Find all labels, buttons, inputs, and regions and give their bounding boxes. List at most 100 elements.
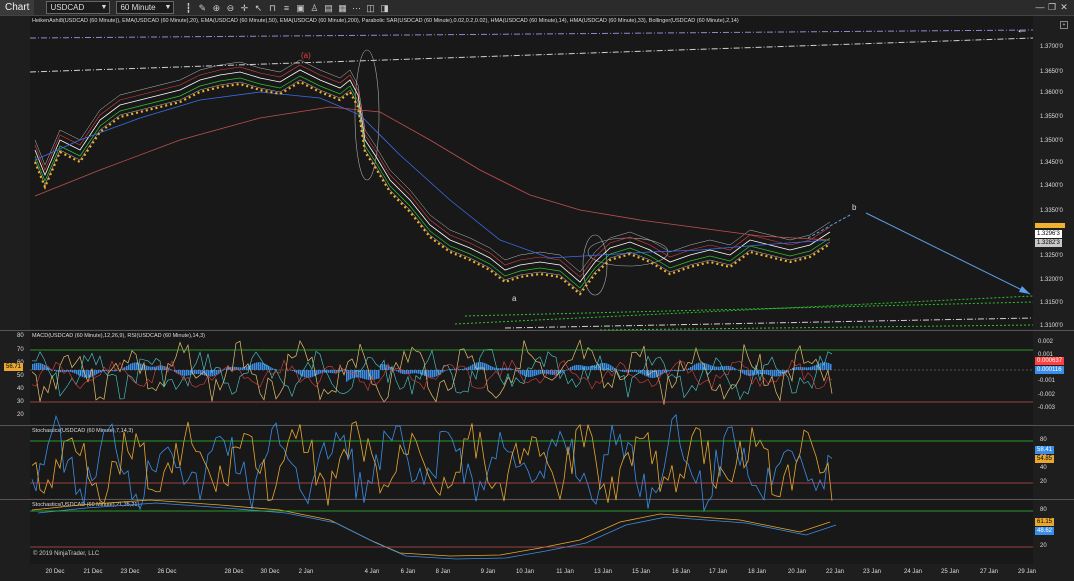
macd-histogram-bar: [650, 370, 652, 378]
macd-histogram-bar: [258, 362, 260, 370]
macd-histogram-bar: [320, 370, 322, 374]
macd-histogram-bar: [216, 370, 218, 375]
macd-histogram-bar: [188, 370, 190, 376]
rsi-tick-label: 70: [17, 347, 24, 353]
macd-histogram-bar: [750, 370, 752, 376]
macd-histogram-bar: [412, 370, 414, 374]
macd-histogram-bar: [36, 362, 38, 370]
macd-histogram-bar: [74, 370, 76, 374]
macd-histogram-bar: [726, 365, 728, 370]
macd-histogram-bar: [78, 370, 80, 376]
macd-histogram-bar: [810, 366, 812, 370]
macd-histogram-bar: [494, 367, 496, 370]
time-tick-label: 18 Jan: [747, 569, 767, 575]
macd-histogram-bar: [452, 368, 454, 370]
macd-histogram-bar: [56, 370, 58, 372]
macd-histogram-bar: [318, 370, 320, 375]
macd-histogram-bar: [152, 366, 154, 370]
macd-histogram-bar: [436, 370, 438, 377]
wave-b-projection: [807, 214, 851, 239]
macd-histogram-bar: [376, 370, 378, 380]
time-tick-label: 27 Jan: [979, 569, 999, 575]
macd-histogram-bar: [262, 362, 264, 370]
macd-histogram-bar: [60, 370, 62, 373]
back-arrow-icon[interactable]: ←: [1016, 22, 1028, 36]
macd-histogram-bar: [576, 364, 578, 370]
macd-histogram-bar: [668, 370, 670, 372]
time-tick-label: 20 Dec: [45, 569, 65, 575]
stoch1-tick-label: 80: [1040, 437, 1047, 443]
macd-histogram-bar: [184, 370, 186, 376]
macd-histogram-bar: [532, 370, 534, 377]
price-tag-close: 1.3296'3: [1035, 230, 1062, 238]
macd-histogram-bar: [746, 370, 748, 376]
macd-histogram-bar: [178, 370, 180, 375]
macd-histogram-bar: [808, 367, 810, 370]
macd-histogram-bar: [544, 370, 546, 374]
stoch2-d-tag: 48.62: [1035, 527, 1055, 535]
macd-histogram-bar: [432, 370, 434, 378]
time-tick-label: 10 Jan: [515, 569, 535, 575]
macd-histogram-bar: [246, 366, 248, 370]
time-tick-label: 9 Jan: [480, 569, 496, 575]
macd-histogram-bar: [500, 368, 502, 370]
macd-histogram-bar: [340, 370, 342, 372]
macd-histogram-bar: [396, 370, 398, 372]
stoch1-tick-label: 20: [1040, 479, 1047, 485]
rsi-tick-label: 50: [17, 373, 24, 379]
macd-histogram-bar: [210, 370, 212, 377]
macd-histogram-bar: [146, 365, 148, 370]
macd-histogram-bar: [94, 370, 96, 376]
macd-histogram-bar: [604, 362, 606, 370]
bollinger-upper-band: [34, 59, 831, 273]
macd-histogram-bar: [688, 368, 690, 370]
macd-histogram-bar: [512, 369, 514, 370]
panel-expand-icon[interactable]: +: [1060, 21, 1068, 29]
stoch1-k-line: [31, 413, 833, 513]
macd-histogram-bar: [300, 370, 302, 376]
target-arrow: [865, 212, 1031, 295]
macd-histogram-bar: [64, 370, 66, 372]
macd-histogram-bar: [332, 370, 334, 374]
macd-histogram-bar: [416, 370, 418, 374]
macd-histogram-bar: [214, 370, 216, 376]
macd-tick-label: -0.002: [1038, 392, 1056, 398]
macd-histogram-bar: [330, 370, 332, 374]
time-tick-label: 16 Jan: [671, 569, 691, 575]
time-tick-label: 8 Jan: [435, 569, 451, 575]
macd-histogram-bar: [520, 370, 522, 375]
stoch1-d-tag: 54.85: [1035, 455, 1055, 463]
macd-histogram-bar: [708, 364, 710, 370]
rsi-tick-label: 40: [17, 386, 24, 392]
price-tick-label: 1.3150'0: [1040, 300, 1063, 306]
macd-histogram-bar: [776, 370, 778, 377]
macd-histogram-bar: [38, 362, 40, 370]
price-tick-label: 1.3200'0: [1040, 277, 1063, 283]
macd-histogram-bar: [292, 370, 294, 372]
macd-histogram-bar: [562, 370, 564, 373]
macd-histogram-bar: [530, 370, 532, 377]
support-line-2: [464, 301, 1034, 317]
macd-tick-label: -0.003: [1038, 405, 1056, 411]
macd-histogram-bar: [374, 370, 376, 380]
macd-histogram-bar: [700, 362, 702, 370]
macd-histogram-bar: [610, 365, 612, 370]
macd-histogram-bar: [382, 364, 384, 370]
price-tick-label: 1.3650'0: [1040, 69, 1063, 75]
macd-histogram-bar: [644, 370, 646, 376]
macd-histogram-bar: [492, 366, 494, 370]
macd-histogram-bar: [366, 370, 368, 380]
macd-histogram-bar: [692, 365, 694, 370]
rsi-value-tag: 56.71: [4, 363, 24, 371]
macd-histogram-bar: [470, 365, 472, 370]
macd-histogram-bar: [362, 370, 364, 379]
macd-histogram-bar: [242, 367, 244, 370]
macd-histogram-bar: [482, 362, 484, 370]
macd-histogram-bar: [128, 364, 130, 370]
macd-histogram-bar: [504, 367, 506, 370]
time-tick-label: 15 Jan: [631, 569, 651, 575]
time-tick-label: 22 Jan: [825, 569, 845, 575]
macd-histogram-bar: [486, 363, 488, 370]
support-line-3: [599, 324, 1034, 331]
macd-histogram-bar: [630, 370, 632, 372]
